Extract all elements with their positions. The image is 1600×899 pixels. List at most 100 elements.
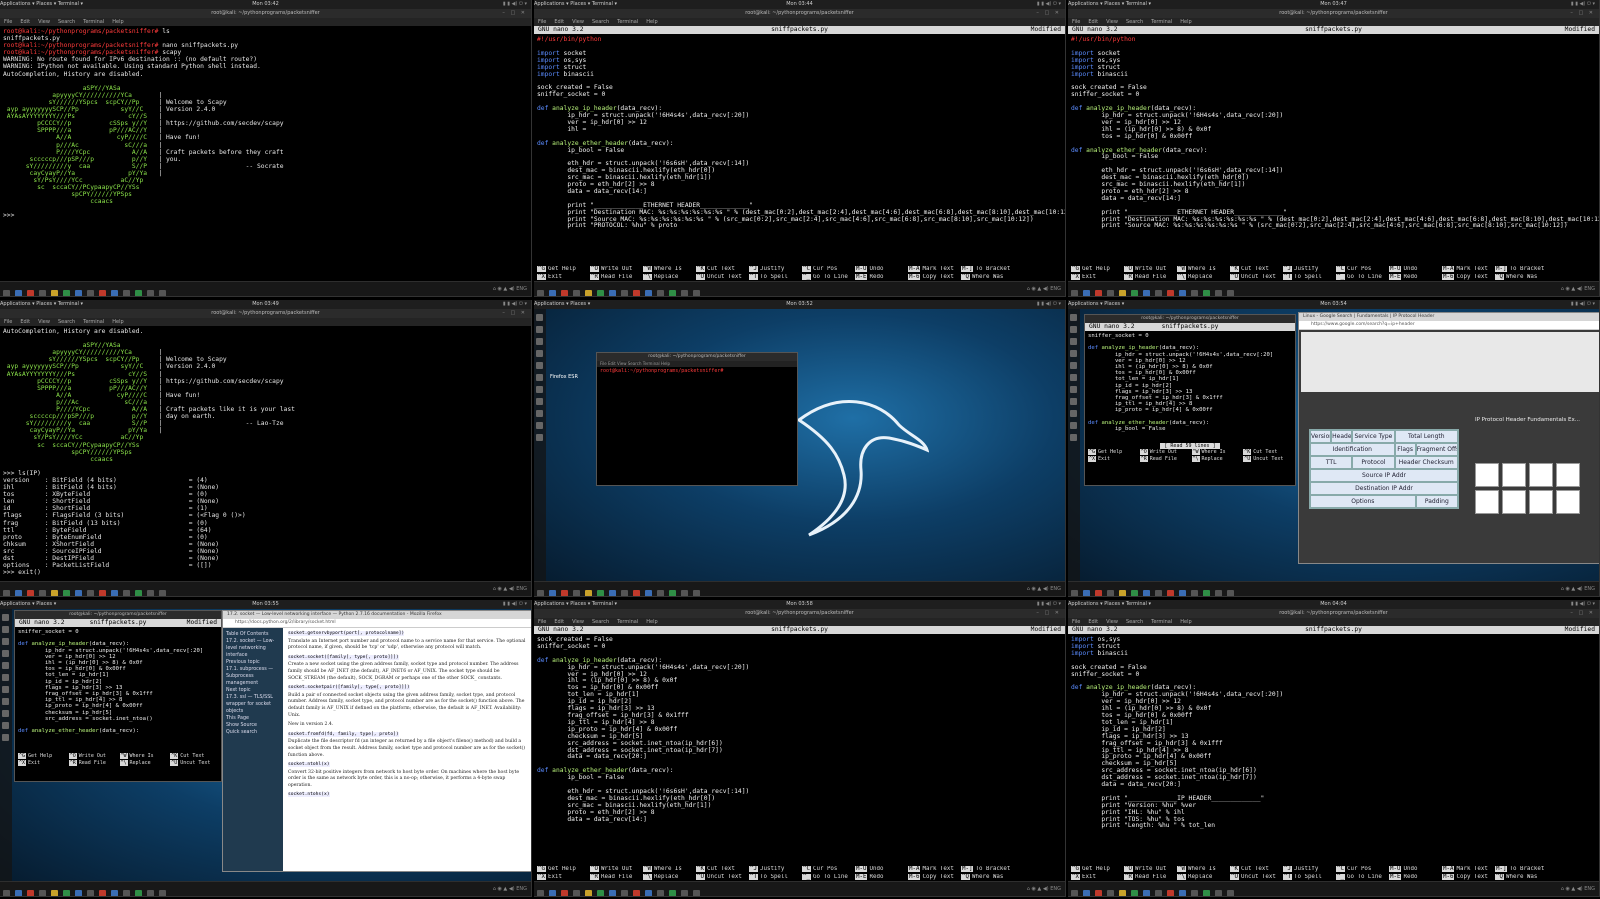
menu-item-search[interactable]: Search [58,19,75,25]
taskbar-app-icon[interactable] [537,290,544,296]
system-tray-icon[interactable]: ▮ ▮ ◀) ⏻ ▾ [503,0,527,9]
nano-shortcut[interactable]: M-U Undo [855,266,908,274]
sidebar-link[interactable]: Show Source [226,722,280,729]
applications-menu[interactable]: Applications ▾ Places ▾ [1068,301,1124,307]
nano-shortcut[interactable]: ^W Where Is [1177,866,1230,874]
dock-app-icon[interactable] [536,326,543,333]
dock-app-icon[interactable] [2,722,9,729]
nano-shortcut[interactable]: ^_ Go To Line [1336,873,1389,882]
menu-item-edit[interactable]: Edit [554,19,564,25]
taskbar-app-icon[interactable] [1167,290,1174,296]
taskbar-app-icon[interactable] [159,590,166,596]
nano-shortcut[interactable]: ^X Exit [537,873,590,882]
taskbar-app-icon[interactable] [645,290,652,296]
thumbnail[interactable] [1475,463,1499,487]
nano-shortcut[interactable]: ^G Get Help [1071,266,1124,274]
nano-shortcut[interactable]: ^J Justify [1283,266,1336,274]
thumbnail[interactable] [1475,490,1499,514]
dock-app-icon[interactable] [2,614,9,621]
taskbar-app-icon[interactable] [1083,590,1090,596]
taskbar-app-icon[interactable] [693,590,700,596]
taskbar-app-icon[interactable] [1203,290,1210,296]
taskbar-app-icon[interactable] [63,890,70,896]
taskbar-app-icon[interactable] [621,290,628,296]
taskbar-app-icon[interactable] [99,290,106,296]
dock-app-icon[interactable] [2,650,9,657]
thumbnail[interactable] [1556,463,1580,487]
nano-shortcut[interactable]: ^T To Spell [749,273,802,282]
nano-shortcut[interactable]: M-] To Bracket [1495,266,1548,274]
menu-item-help[interactable]: Help [1180,619,1191,625]
nano-editor-buffer[interactable]: sniffer_socket = 0 def analyze_ip_header… [15,627,221,753]
taskbar-app-icon[interactable] [1155,290,1162,296]
taskbar-app-icon[interactable] [15,590,22,596]
browser-window[interactable]: 17.2. socket — Low-level networking inte… [222,610,531,872]
nano-shortcut[interactable]: ^\ Replace [1191,455,1244,463]
taskbar-app-icon[interactable] [681,290,688,296]
menu-item-search[interactable]: Search [1126,619,1143,625]
window-controls[interactable]: – □ ✕ [502,9,527,18]
taskbar-app-icon[interactable] [1227,590,1234,596]
dock-app-icon[interactable] [536,314,543,321]
taskbar-app-icon[interactable] [681,590,688,596]
nano-shortcut[interactable]: M-E Redo [855,273,908,282]
nano-shortcut[interactable]: ^W Where Is [643,266,696,274]
nano-shortcut[interactable]: M-U Undo [1389,866,1442,874]
taskbar-app-icon[interactable] [27,890,34,896]
menu-item-help[interactable]: Help [646,619,657,625]
nano-shortcut[interactable]: ^W Where Is [1177,266,1230,274]
nano-shortcut[interactable]: ^C Cur Pos [1336,266,1389,274]
taskbar-app-icon[interactable] [1179,290,1186,296]
taskbar-app-icon[interactable] [561,290,568,296]
menu-item-view[interactable]: View [572,19,584,25]
taskbar-app-icon[interactable] [51,890,58,896]
menu-item-edit[interactable]: Edit [20,19,30,25]
nano-shortcut[interactable]: ^X Exit [1071,273,1124,282]
address-bar[interactable]: https://www.google.com/search?q=ip+heade… [1299,321,1599,330]
nano-shortcut[interactable]: ^O Write Out [590,866,643,874]
dock-app-icon[interactable] [1070,410,1077,417]
nano-shortcut[interactable]: M-6 Copy Text [908,873,961,882]
taskbar-app-icon[interactable] [585,290,592,296]
nano-editor-buffer[interactable]: #!/usr/bin/python import socket import os… [534,35,1065,266]
taskbar-app-icon[interactable] [537,890,544,896]
nano-shortcut[interactable]: M-U Undo [1389,266,1442,274]
nano-editor-buffer[interactable]: sock_created = False sniffer_socket = 0 d… [534,635,1065,866]
taskbar-app-icon[interactable] [645,890,652,896]
menu-item-search[interactable]: Search [1126,19,1143,25]
taskbar-app-icon[interactable] [99,590,106,596]
applications-menu[interactable]: Applications ▾ Places ▾ Terminal ▾ [0,1,83,7]
menu-item-help[interactable]: Help [1180,19,1191,25]
taskbar-app-icon[interactable] [135,290,142,296]
taskbar-app-icon[interactable] [27,590,34,596]
nano-shortcut[interactable]: ^K Cut Text [696,866,749,874]
taskbar-app-icon[interactable] [1119,290,1126,296]
taskbar-app-icon[interactable] [669,890,676,896]
taskbar-app-icon[interactable] [1071,890,1078,896]
taskbar-app-icon[interactable] [159,890,166,896]
nano-shortcut[interactable]: M-A Mark Text [908,866,961,874]
taskbar-app-icon[interactable] [87,890,94,896]
dock-app-icon[interactable] [1070,350,1077,357]
taskbar-app-icon[interactable] [693,290,700,296]
taskbar-app-icon[interactable] [123,890,130,896]
window-controls[interactable]: – □ ✕ [502,309,527,318]
browser-window[interactable]: Linux - Google Search | Fundamentals | I… [1298,312,1599,564]
nano-shortcut[interactable]: ^X Exit [1088,455,1140,463]
nano-shortcut[interactable]: M-A Mark Text [1442,866,1495,874]
menu-item-view[interactable]: View [1106,19,1118,25]
menu-item-edit[interactable]: Edit [1088,619,1098,625]
taskbar-app-icon[interactable] [3,890,10,896]
taskbar-app-icon[interactable] [573,590,580,596]
nano-shortcut[interactable]: ^Q Where Was [1495,873,1548,882]
dock-app-icon[interactable] [536,338,543,345]
taskbar-app-icon[interactable] [1083,290,1090,296]
nano-shortcut[interactable]: ^U Uncut Text [170,759,221,767]
taskbar-app-icon[interactable] [609,290,616,296]
taskbar-app-icon[interactable] [585,890,592,896]
nano-shortcut[interactable]: ^X Exit [537,273,590,282]
dock-app-icon[interactable] [536,386,543,393]
taskbar-app-icon[interactable] [1179,890,1186,896]
nano-shortcut[interactable]: ^T To Spell [1283,273,1336,282]
menu-item-search[interactable]: Search [592,19,609,25]
